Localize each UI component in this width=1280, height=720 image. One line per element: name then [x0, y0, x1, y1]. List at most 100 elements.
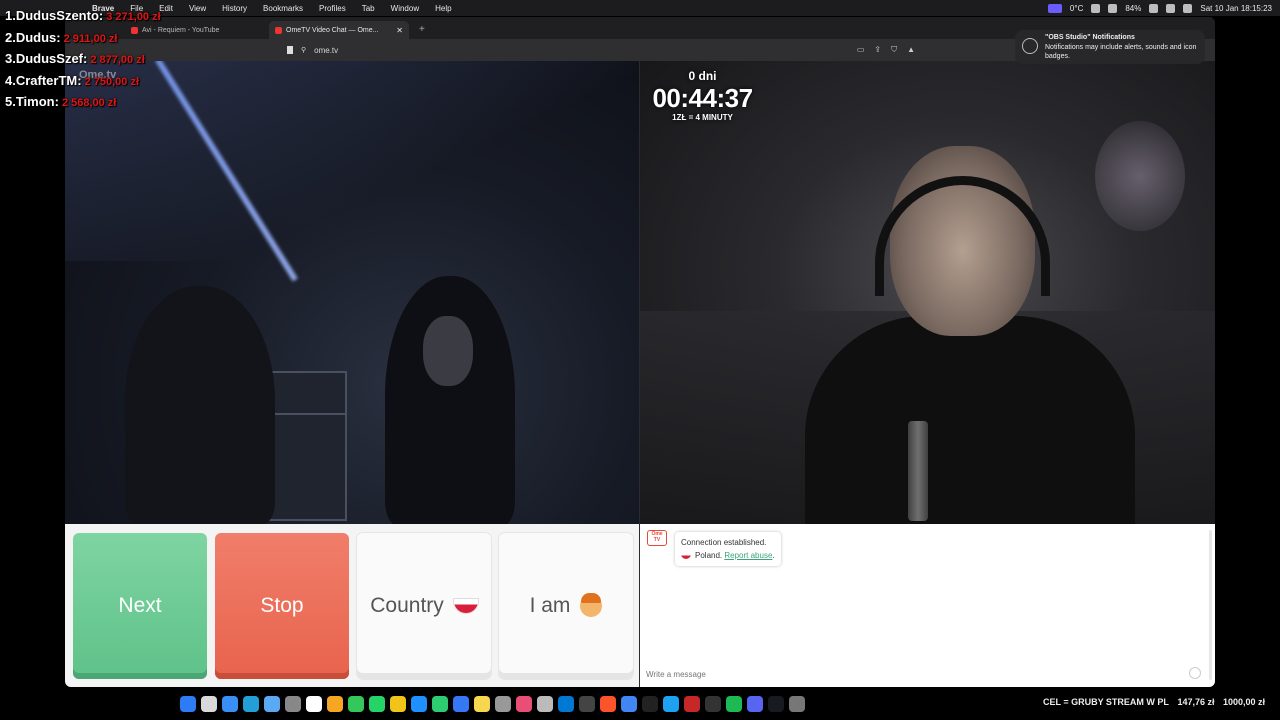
- leaderboard-row: 5.Timon: 2 568,00 zł: [5, 94, 117, 109]
- tab-ometv[interactable]: OmeTV Video Chat — Ome... ✕: [269, 21, 409, 39]
- message-input[interactable]: [646, 667, 1206, 681]
- messages-icon[interactable]: [348, 696, 364, 712]
- calculator-icon[interactable]: [537, 696, 553, 712]
- steam-icon[interactable]: [768, 696, 784, 712]
- discord-icon[interactable]: [747, 696, 763, 712]
- self-video: [640, 61, 1215, 524]
- screen-record-icon[interactable]: [1047, 3, 1062, 13]
- menubar-clock[interactable]: Sat 10 Jan 18:15:23: [1200, 4, 1272, 13]
- streamer: [805, 146, 1135, 524]
- finder-icon[interactable]: [180, 696, 196, 712]
- system-message: Connection established. Poland. Report a…: [675, 532, 781, 566]
- leaderboard-row: 4.CrafterTM: 2 750,00 zł: [5, 72, 140, 88]
- poland-flag-icon: [453, 599, 478, 613]
- menu-history[interactable]: History: [214, 4, 255, 13]
- tab-close-icon[interactable]: ✕: [396, 26, 403, 35]
- boy-emoji-icon: [580, 593, 603, 617]
- calendar-icon[interactable]: [306, 696, 322, 712]
- notes-icon[interactable]: [390, 696, 406, 712]
- gender-button[interactable]: I am: [499, 533, 633, 679]
- chrome-icon[interactable]: [621, 696, 637, 712]
- stop-label: Stop: [260, 594, 304, 617]
- url-text[interactable]: ome.tv: [314, 46, 338, 55]
- launchpad-icon[interactable]: [201, 696, 217, 712]
- goal-target: 1000,00 zł: [1223, 697, 1266, 707]
- poland-flag-icon: [681, 552, 691, 559]
- next-label: Next: [118, 594, 162, 617]
- stream-timer: 0 dni 00:44:37 1ZŁ = 4 MINUTY: [645, 69, 760, 122]
- chat-panel: Ome TV Connection established. Poland. R…: [640, 524, 1215, 687]
- menu-window[interactable]: Window: [383, 4, 427, 13]
- control-center-icon[interactable]: [1183, 3, 1193, 13]
- stickies-icon[interactable]: [474, 696, 490, 712]
- appstore-icon[interactable]: [411, 696, 427, 712]
- brave-icon[interactable]: [600, 696, 616, 712]
- safari-icon[interactable]: [222, 696, 238, 712]
- tab-title: OmeTV Video Chat — Ome...: [286, 26, 379, 34]
- whatsapp-icon[interactable]: [369, 696, 385, 712]
- weather-temperature[interactable]: 0°C: [1070, 4, 1083, 13]
- telegram-icon[interactable]: [243, 696, 259, 712]
- volume-icon[interactable]: [1108, 3, 1118, 13]
- wifi-icon[interactable]: [1091, 3, 1101, 13]
- person-right: [385, 276, 515, 524]
- donor-leaderboard: 1.DudusSzento: 3 271,00 zł 2.Dudus: 2 911,…: [5, 6, 161, 114]
- tiktok-icon[interactable]: [642, 696, 658, 712]
- next-button[interactable]: Next: [73, 533, 207, 679]
- ometv-favicon-icon: [275, 26, 282, 34]
- filezilla-icon[interactable]: [684, 696, 700, 712]
- telegram2-icon[interactable]: [663, 696, 679, 712]
- chat-controls: Next Stop Country I am: [65, 524, 639, 687]
- menu-tab[interactable]: Tab: [354, 4, 383, 13]
- notification-body: Notifications may include alerts, sounds…: [1045, 43, 1197, 61]
- country-button[interactable]: Country: [357, 533, 491, 679]
- leaderboard-row: 1.DudusSzento: 3 271,00 zł: [5, 8, 161, 23]
- trash-icon[interactable]: [789, 696, 805, 712]
- cast-icon[interactable]: ▭: [857, 45, 865, 55]
- obs-notification[interactable]: "OBS Studio" Notifications Notifications…: [1015, 30, 1205, 64]
- browser-window: Avi - Requiem - YouTube OmeTV Video Chat…: [65, 17, 1215, 687]
- dock: [180, 693, 805, 715]
- brave-rewards-icon[interactable]: ▲: [907, 45, 915, 55]
- chat-scrollbar[interactable]: [1209, 530, 1212, 680]
- report-abuse-link[interactable]: Report abuse: [724, 551, 772, 560]
- connection-status: Connection established.: [681, 538, 767, 547]
- maps-icon[interactable]: [264, 696, 280, 712]
- notification-title: "OBS Studio" Notifications: [1045, 34, 1135, 41]
- stranger-video: Ome.tv: [65, 61, 639, 524]
- battery-percent[interactable]: 84%: [1125, 4, 1141, 13]
- screen: Brave File Edit View History Bookmarks P…: [0, 0, 1280, 720]
- goal-current: 147,76 zł: [1177, 697, 1215, 707]
- battery-icon[interactable]: [1149, 3, 1159, 13]
- goal-text: CEL = GRUBY STREAM W PL: [1043, 697, 1169, 707]
- new-tab-button[interactable]: +: [413, 21, 431, 39]
- share-icon[interactable]: ⇪: [874, 45, 881, 55]
- site-info-icon[interactable]: ⚲: [301, 46, 306, 54]
- menu-help[interactable]: Help: [427, 4, 459, 13]
- bookmark-icon[interactable]: [287, 46, 293, 54]
- menu-profiles[interactable]: Profiles: [311, 4, 354, 13]
- spotify-icon[interactable]: [726, 696, 742, 712]
- settings-icon[interactable]: [285, 696, 301, 712]
- brave-shield-icon[interactable]: ⛉: [891, 45, 897, 55]
- search-icon[interactable]: [1166, 3, 1176, 13]
- menu-view[interactable]: View: [181, 4, 214, 13]
- menubar: Brave File Edit View History Bookmarks P…: [0, 0, 1280, 16]
- person-left: [125, 286, 275, 524]
- stream-goal-ticker: CEL = GRUBY STREAM W PL 147,76 zł 1000,0…: [1043, 697, 1265, 707]
- photos-icon[interactable]: [327, 696, 343, 712]
- music-icon[interactable]: [516, 696, 532, 712]
- facetime-icon[interactable]: [432, 696, 448, 712]
- obs-icon: [1022, 38, 1038, 54]
- obs-dock-icon[interactable]: [579, 696, 595, 712]
- system-prefs-icon[interactable]: [495, 696, 511, 712]
- timer-rate: 1ZŁ = 4 MINUTY: [672, 113, 733, 122]
- vscode-icon[interactable]: [558, 696, 574, 712]
- emoji-icon[interactable]: [1189, 667, 1201, 679]
- stop-button[interactable]: Stop: [215, 533, 349, 679]
- country-name: Poland.: [695, 551, 723, 560]
- terminal-icon[interactable]: [705, 696, 721, 712]
- mail-icon[interactable]: [453, 696, 469, 712]
- country-line: Poland. Report abuse.: [681, 549, 775, 562]
- menu-bookmarks[interactable]: Bookmarks: [255, 4, 311, 13]
